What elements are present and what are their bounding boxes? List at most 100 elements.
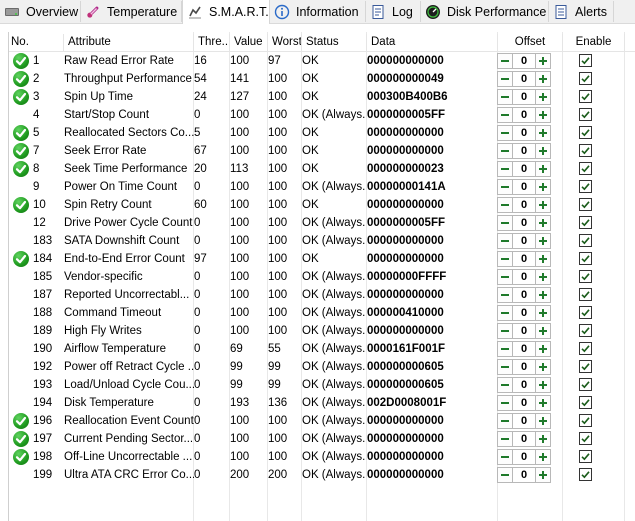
table-row[interactable]: 7 Seek Error Rate 67 100 100 OK 000000000000 0	[9, 142, 635, 160]
offset-decrement-button[interactable]	[497, 143, 513, 159]
offset-value[interactable]: 0	[513, 161, 535, 177]
offset-increment-button[interactable]	[535, 71, 551, 87]
offset-value[interactable]: 0	[513, 143, 535, 159]
enable-checkbox[interactable]	[579, 432, 592, 445]
offset-increment-button[interactable]	[535, 413, 551, 429]
offset-decrement-button[interactable]	[497, 71, 513, 87]
offset-value[interactable]: 0	[513, 305, 535, 321]
offset-increment-button[interactable]	[535, 377, 551, 393]
table-row[interactable]: 5 Reallocated Sectors Co... 5 100 100 OK 00000…	[9, 124, 635, 142]
table-row[interactable]: 192 Power off Retract Cycle ... 0 99 99 OK (A…	[9, 358, 635, 376]
offset-increment-button[interactable]	[535, 269, 551, 285]
offset-increment-button[interactable]	[535, 215, 551, 231]
table-row[interactable]: 196 Reallocation Event Count 0 100 100 OK (Al…	[9, 412, 635, 430]
enable-checkbox[interactable]	[579, 324, 592, 337]
offset-value[interactable]: 0	[513, 395, 535, 411]
tab-information[interactable]: Information	[270, 1, 366, 22]
offset-decrement-button[interactable]	[497, 89, 513, 105]
offset-decrement-button[interactable]	[497, 287, 513, 303]
column-header-threshold[interactable]: Thre...	[194, 34, 230, 51]
offset-value[interactable]: 0	[513, 377, 535, 393]
offset-increment-button[interactable]	[535, 107, 551, 123]
enable-checkbox[interactable]	[579, 378, 592, 391]
offset-decrement-button[interactable]	[497, 215, 513, 231]
enable-checkbox[interactable]	[579, 468, 592, 481]
offset-increment-button[interactable]	[535, 467, 551, 483]
offset-value[interactable]: 0	[513, 125, 535, 141]
table-row[interactable]: 187 Reported Uncorrectabl... 0 100 100 OK (Al…	[9, 286, 635, 304]
offset-value[interactable]: 0	[513, 197, 535, 213]
offset-decrement-button[interactable]	[497, 161, 513, 177]
enable-checkbox[interactable]	[579, 90, 592, 103]
table-row[interactable]: 198 Off-Line Uncorrectable ... 0 100 100 OK (…	[9, 448, 635, 466]
enable-checkbox[interactable]	[579, 216, 592, 229]
enable-checkbox[interactable]	[579, 342, 592, 355]
offset-value[interactable]: 0	[513, 179, 535, 195]
tab-smart[interactable]: S.M.A.R.T.	[182, 0, 270, 24]
offset-decrement-button[interactable]	[497, 323, 513, 339]
tab-alerts[interactable]: Alerts	[549, 1, 614, 22]
table-row[interactable]: 1 Raw Read Error Rate 16 100 97 OK 00000000000…	[9, 52, 635, 70]
enable-checkbox[interactable]	[579, 306, 592, 319]
offset-value[interactable]: 0	[513, 449, 535, 465]
column-header-data[interactable]: Data	[367, 34, 498, 51]
table-row[interactable]: 188 Command Timeout 0 100 100 OK (Always... 00…	[9, 304, 635, 322]
offset-increment-button[interactable]	[535, 89, 551, 105]
offset-value[interactable]: 0	[513, 233, 535, 249]
offset-increment-button[interactable]	[535, 143, 551, 159]
offset-value[interactable]: 0	[513, 269, 535, 285]
offset-value[interactable]: 0	[513, 89, 535, 105]
offset-increment-button[interactable]	[535, 395, 551, 411]
table-row[interactable]: 10 Spin Retry Count 60 100 100 OK 000000000000…	[9, 196, 635, 214]
offset-decrement-button[interactable]	[497, 377, 513, 393]
offset-value[interactable]: 0	[513, 359, 535, 375]
tab-log[interactable]: Log	[366, 1, 421, 22]
offset-decrement-button[interactable]	[497, 179, 513, 195]
enable-checkbox[interactable]	[579, 270, 592, 283]
offset-decrement-button[interactable]	[497, 467, 513, 483]
enable-checkbox[interactable]	[579, 198, 592, 211]
tab-temperature[interactable]: Temperature	[81, 1, 182, 22]
offset-value[interactable]: 0	[513, 287, 535, 303]
offset-increment-button[interactable]	[535, 287, 551, 303]
offset-decrement-button[interactable]	[497, 125, 513, 141]
enable-checkbox[interactable]	[579, 108, 592, 121]
offset-decrement-button[interactable]	[497, 431, 513, 447]
enable-checkbox[interactable]	[579, 126, 592, 139]
enable-checkbox[interactable]	[579, 234, 592, 247]
offset-decrement-button[interactable]	[497, 107, 513, 123]
offset-increment-button[interactable]	[535, 179, 551, 195]
offset-increment-button[interactable]	[535, 53, 551, 69]
offset-decrement-button[interactable]	[497, 305, 513, 321]
offset-increment-button[interactable]	[535, 323, 551, 339]
enable-checkbox[interactable]	[579, 180, 592, 193]
enable-checkbox[interactable]	[579, 450, 592, 463]
enable-checkbox[interactable]	[579, 72, 592, 85]
column-header-worst[interactable]: Worst	[268, 34, 302, 51]
column-header-offset[interactable]: Offset	[498, 34, 563, 51]
offset-decrement-button[interactable]	[497, 359, 513, 375]
enable-checkbox[interactable]	[579, 162, 592, 175]
table-row[interactable]: 8 Seek Time Performance 20 113 100 OK 00000000…	[9, 160, 635, 178]
table-row[interactable]: 183 SATA Downshift Count 0 100 100 OK (Always…	[9, 232, 635, 250]
column-header-attribute[interactable]: Attribute	[64, 34, 194, 51]
offset-value[interactable]: 0	[513, 341, 535, 357]
enable-checkbox[interactable]	[579, 396, 592, 409]
enable-checkbox[interactable]	[579, 360, 592, 373]
offset-decrement-button[interactable]	[497, 341, 513, 357]
offset-value[interactable]: 0	[513, 71, 535, 87]
offset-increment-button[interactable]	[535, 341, 551, 357]
offset-value[interactable]: 0	[513, 413, 535, 429]
table-row[interactable]: 197 Current Pending Sector... 0 100 100 OK (A…	[9, 430, 635, 448]
table-row[interactable]: 185 Vendor-specific 0 100 100 OK (Always... 00…	[9, 268, 635, 286]
enable-checkbox[interactable]	[579, 288, 592, 301]
offset-value[interactable]: 0	[513, 53, 535, 69]
offset-decrement-button[interactable]	[497, 269, 513, 285]
table-row[interactable]: 189 High Fly Writes 0 100 100 OK (Always... 00…	[9, 322, 635, 340]
column-header-status[interactable]: Status	[302, 34, 367, 51]
offset-increment-button[interactable]	[535, 449, 551, 465]
offset-value[interactable]: 0	[513, 107, 535, 123]
table-row[interactable]: 9 Power On Time Count 0 100 100 OK (Always...…	[9, 178, 635, 196]
offset-increment-button[interactable]	[535, 305, 551, 321]
offset-decrement-button[interactable]	[497, 449, 513, 465]
